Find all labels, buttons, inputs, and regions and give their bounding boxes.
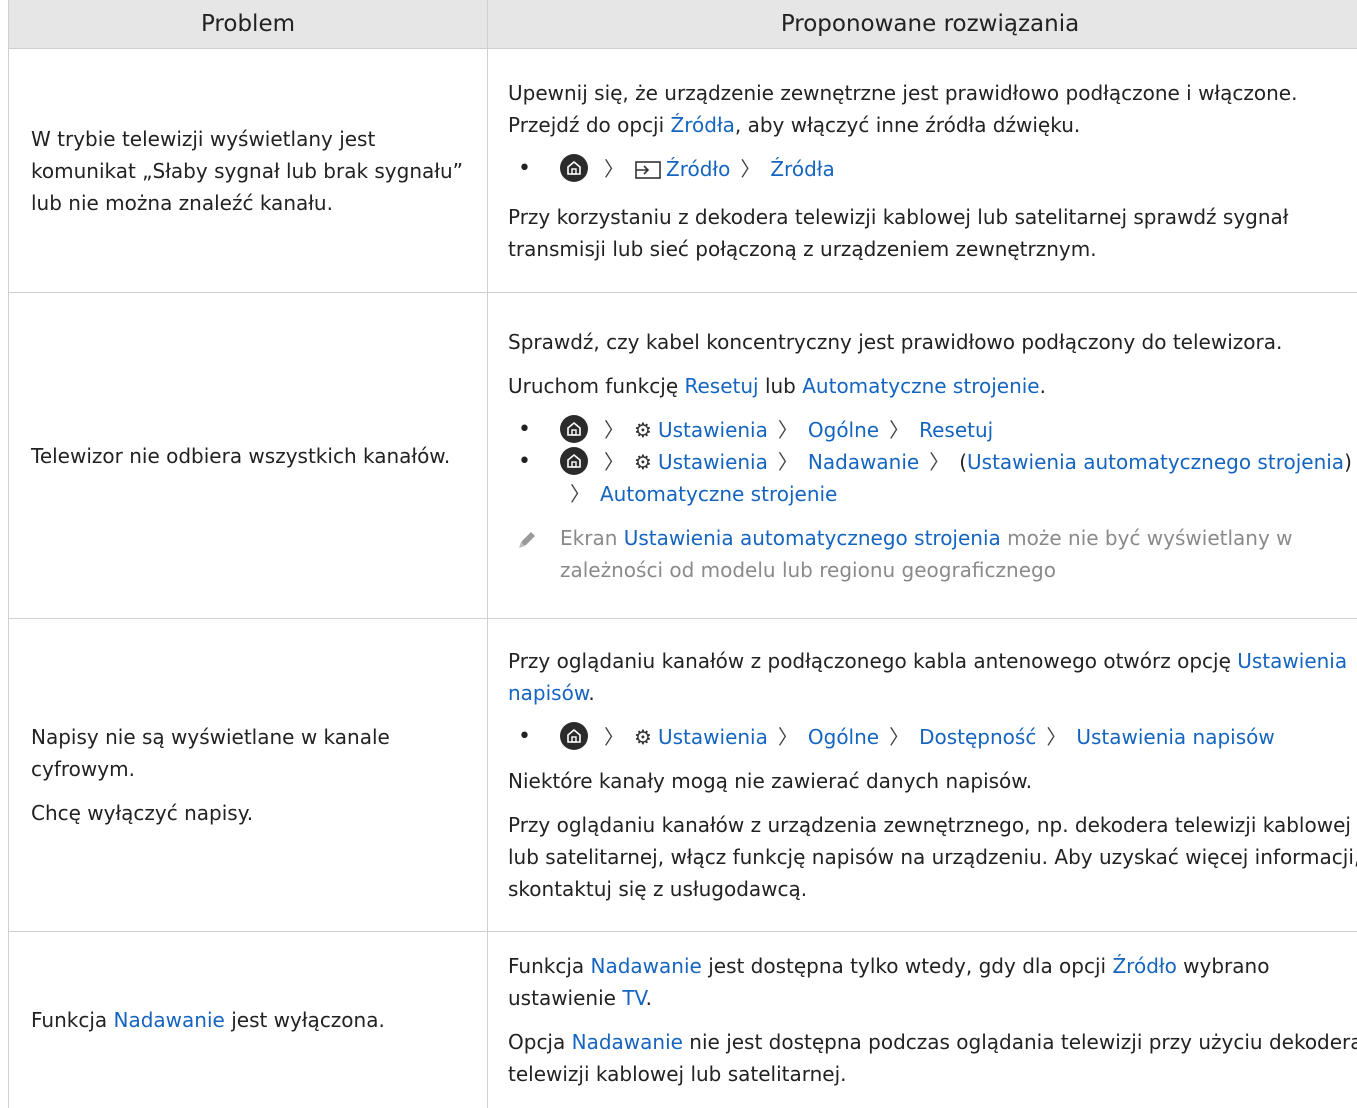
path-ustawienia[interactable]: Ustawienia: [658, 418, 768, 442]
problem-text: Telewizor nie odbiera wszystkich kanałów…: [31, 440, 465, 472]
chevron-right-icon: 〉: [929, 446, 949, 478]
link-automatyczne-strojenie[interactable]: Automatyczne strojenie: [802, 374, 1039, 398]
problem-text: W trybie telewizji wyświetlany jest komu…: [31, 123, 465, 219]
link-nadawanie[interactable]: Nadawanie: [591, 954, 702, 978]
chevron-right-icon: 〉: [778, 446, 798, 478]
text-span: .: [1040, 374, 1046, 398]
chevron-right-icon: 〉: [889, 721, 909, 753]
chevron-right-icon: 〉: [778, 414, 798, 446]
troubleshooting-table: Problem Proponowane rozwiązania W trybie…: [8, 0, 1357, 1108]
chevron-right-icon: 〉: [604, 414, 624, 446]
solution-text: Przy oglądaniu kanałów z podłączonego ka…: [508, 645, 1357, 709]
path-zrodla[interactable]: Źródła: [770, 157, 834, 181]
problem-cell: Napisy nie są wyświetlane w kanale cyfro…: [9, 619, 488, 932]
header-problem: Problem: [9, 0, 488, 49]
link-zrodlo[interactable]: Źródło: [1112, 954, 1176, 978]
solution-text: Funkcja Nadawanie jest dostępna tylko wt…: [508, 950, 1357, 1014]
text-span: Opcja: [508, 1030, 572, 1054]
table-row: Napisy nie są wyświetlane w kanale cyfro…: [9, 619, 1357, 932]
link-ustawienia-automatycznego-strojenia[interactable]: Ustawienia automatycznego strojenia: [624, 526, 1001, 550]
link-nadawanie[interactable]: Nadawanie: [572, 1030, 683, 1054]
text-span: jest wyłączona.: [225, 1008, 385, 1032]
path-ustawienia-napisow[interactable]: Ustawienia napisów: [1076, 725, 1274, 749]
chevron-right-icon: 〉: [1046, 721, 1066, 753]
path-zrodlo[interactable]: Źródło: [666, 157, 730, 181]
chevron-right-icon: 〉: [740, 153, 760, 185]
menu-path: 〉 ⚙Ustawienia 〉 Nadawanie 〉 (Ustawienia autom…: [508, 446, 1357, 510]
chevron-right-icon: 〉: [604, 153, 624, 185]
table-row: W trybie telewizji wyświetlany jest komu…: [9, 49, 1357, 293]
text-span: Uruchom funkcję: [508, 374, 684, 398]
link-resetuj[interactable]: Resetuj: [684, 374, 758, 398]
paren-close: ): [1344, 450, 1352, 474]
table-row: Funkcja Nadawanie jest wyłączona. Funkcj…: [9, 932, 1357, 1108]
header-solutions: Proponowane rozwiązania: [488, 0, 1357, 49]
text-span: , aby włączyć inne źródła dźwięku.: [735, 113, 1080, 137]
home-icon: [560, 722, 588, 750]
chevron-right-icon: 〉: [570, 478, 590, 510]
path-nadawanie[interactable]: Nadawanie: [808, 450, 919, 474]
solution-text: Przy korzystaniu z dekodera telewizji ka…: [508, 201, 1357, 265]
text-span: Funkcja: [31, 1008, 114, 1032]
menu-path: 〉 ⚙Ustawienia 〉 Ogólne 〉 Resetuj: [508, 414, 1357, 446]
path-ustawienia[interactable]: Ustawienia: [658, 450, 768, 474]
menu-path: 〉 ⚙Ustawienia 〉 Ogólne 〉 Dostępność 〉 Ustawieni…: [508, 721, 1357, 753]
home-icon: [560, 447, 588, 475]
text-span: lub: [759, 374, 803, 398]
problem-text: Funkcja Nadawanie jest wyłączona.: [31, 1004, 465, 1036]
solution-cell: Funkcja Nadawanie jest dostępna tylko wt…: [488, 932, 1357, 1108]
source-icon: [634, 157, 662, 189]
link-nadawanie[interactable]: Nadawanie: [114, 1008, 225, 1032]
path-ustawienia[interactable]: Ustawienia: [658, 725, 768, 749]
solution-cell: Upewnij się, że urządzenie zewnętrzne je…: [488, 49, 1357, 293]
menu-path: 〉 Źródło 〉 Źródła: [508, 153, 1357, 189]
solution-text: Przy oglądaniu kanałów z urządzenia zewn…: [508, 809, 1357, 905]
problem-cell: W trybie telewizji wyświetlany jest komu…: [9, 49, 488, 293]
text-span: .: [646, 986, 652, 1010]
note-text: Ekran Ustawienia automatycznego strojeni…: [508, 522, 1357, 586]
pencil-icon: [516, 528, 538, 560]
paren-open: (: [959, 450, 967, 474]
text-span: .: [588, 681, 594, 705]
problem-text: Napisy nie są wyświetlane w kanale cyfro…: [31, 721, 465, 785]
table-header-row: Problem Proponowane rozwiązania: [9, 0, 1357, 49]
solution-text: Sprawdź, czy kabel koncentryczny jest pr…: [508, 326, 1357, 358]
path-ogolne[interactable]: Ogólne: [808, 418, 879, 442]
home-icon: [560, 154, 588, 182]
gear-icon: ⚙: [634, 414, 654, 446]
path-dostepnosc[interactable]: Dostępność: [919, 725, 1036, 749]
path-ustawienia-automatycznego-strojenia[interactable]: Ustawienia automatycznego strojenia: [967, 450, 1344, 474]
home-icon: [560, 415, 588, 443]
text-span: Funkcja: [508, 954, 591, 978]
gear-icon: ⚙: [634, 721, 654, 753]
gear-icon: ⚙: [634, 446, 654, 478]
path-ogolne[interactable]: Ogólne: [808, 725, 879, 749]
link-tv[interactable]: TV: [622, 986, 645, 1010]
text-span: Przy oglądaniu kanałów z podłączonego ka…: [508, 649, 1237, 673]
problem-cell: Telewizor nie odbiera wszystkich kanałów…: [9, 293, 488, 619]
problem-cell: Funkcja Nadawanie jest wyłączona.: [9, 932, 488, 1108]
text-span: Ekran: [560, 526, 624, 550]
chevron-right-icon: 〉: [778, 721, 798, 753]
path-resetuj[interactable]: Resetuj: [919, 418, 993, 442]
solution-text: Niektóre kanały mogą nie zawierać danych…: [508, 765, 1357, 797]
solution-text: Opcja Nadawanie nie jest dostępna podcza…: [508, 1026, 1357, 1090]
path-automatyczne-strojenie[interactable]: Automatyczne strojenie: [600, 482, 837, 506]
link-zrodla[interactable]: Źródła: [671, 113, 735, 137]
solution-text: Uruchom funkcję Resetuj lub Automatyczne…: [508, 370, 1357, 402]
problem-text: Chcę wyłączyć napisy.: [31, 797, 465, 829]
solution-cell: Przy oglądaniu kanałów z podłączonego ka…: [488, 619, 1357, 932]
chevron-right-icon: 〉: [889, 414, 909, 446]
solution-text: Upewnij się, że urządzenie zewnętrzne je…: [508, 77, 1357, 141]
chevron-right-icon: 〉: [604, 446, 624, 478]
table-row: Telewizor nie odbiera wszystkich kanałów…: [9, 293, 1357, 619]
chevron-right-icon: 〉: [604, 721, 624, 753]
text-span: jest dostępna tylko wtedy, gdy dla opcji: [702, 954, 1113, 978]
solution-cell: Sprawdź, czy kabel koncentryczny jest pr…: [488, 293, 1357, 619]
